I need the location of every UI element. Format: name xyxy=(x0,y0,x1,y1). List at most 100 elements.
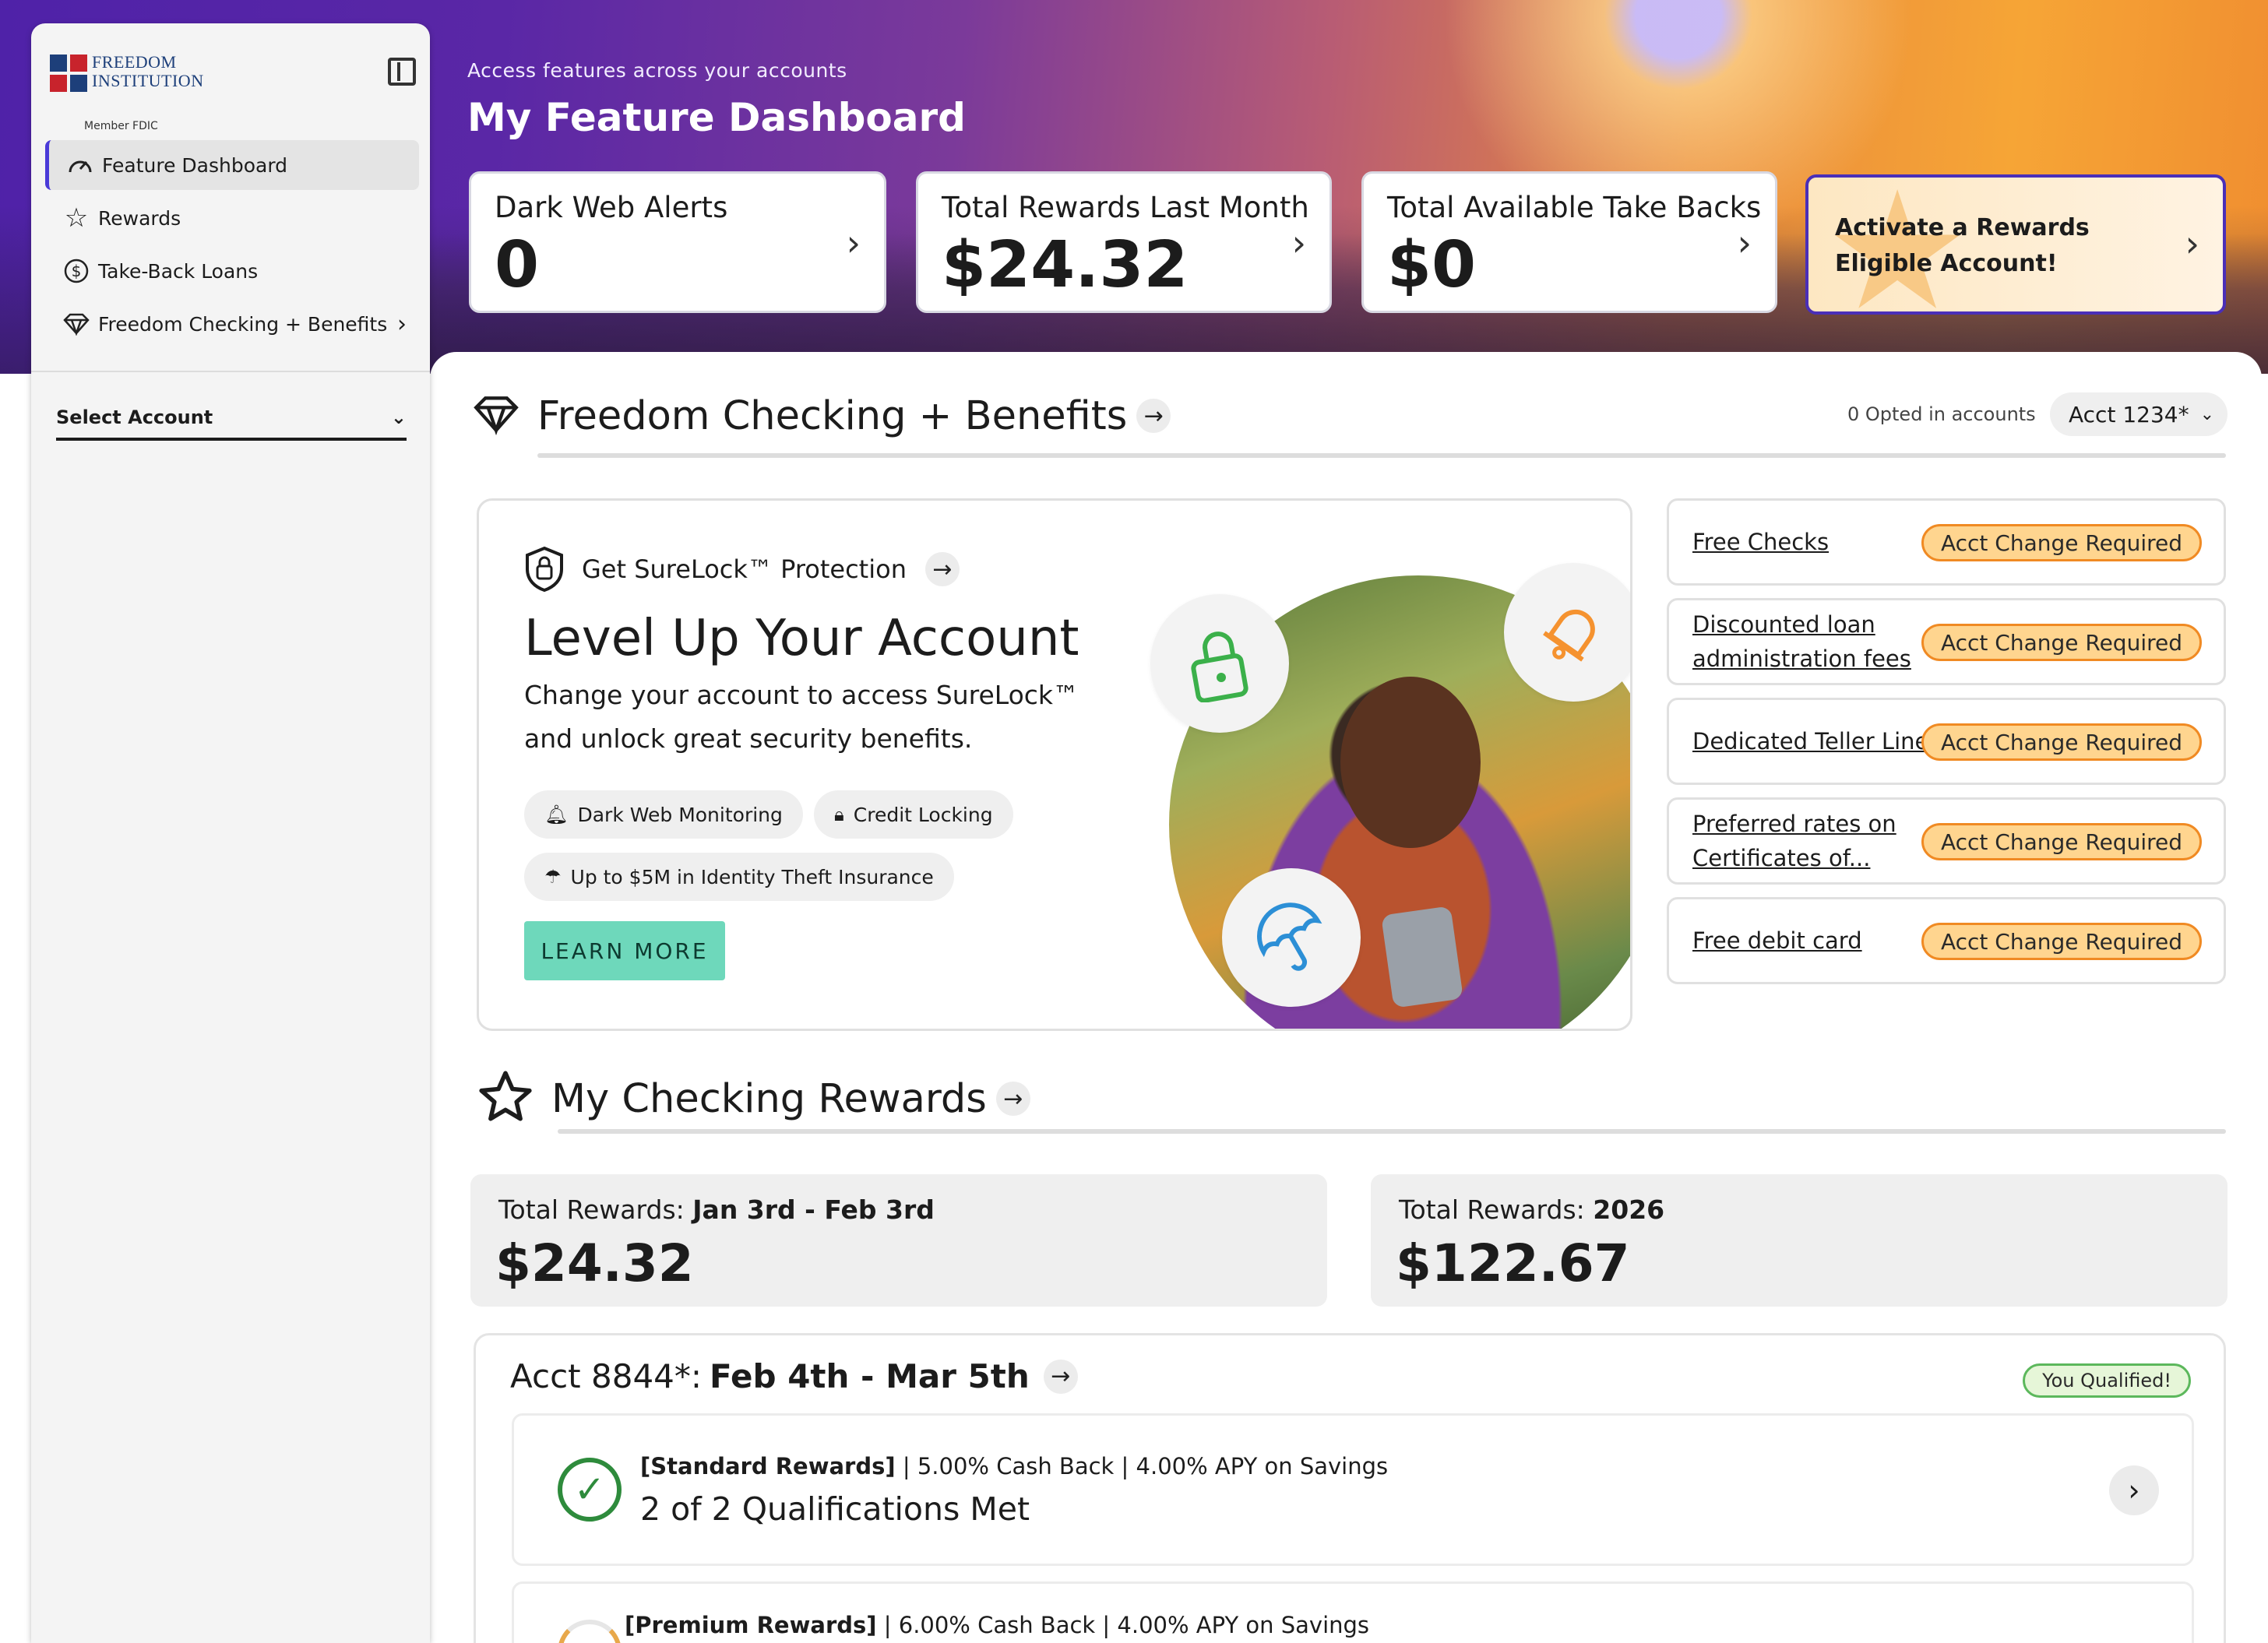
benefit-link[interactable]: Dedicated Teller Line xyxy=(1692,700,1942,783)
tier-name: [Standard Rewards] xyxy=(640,1453,896,1479)
sidebar-item-take-back-loans[interactable]: $ Take-Back Loans xyxy=(45,246,419,296)
sidebar-item-label: Freedom Checking + Benefits xyxy=(98,312,388,336)
person-face xyxy=(1340,677,1481,848)
sidebar-divider xyxy=(31,371,430,372)
section-underline xyxy=(537,453,2226,458)
phone-shape xyxy=(1381,906,1463,1008)
dollar-cycle-icon: $ xyxy=(62,257,90,285)
premium-rewards-row[interactable]: [Premium Rewards] | 6.00% Cash Back | 4.… xyxy=(512,1581,2194,1643)
account-select[interactable]: Acct 1234* ⌄ xyxy=(2050,392,2228,436)
benefit-link[interactable]: Free Checks xyxy=(1692,501,1942,583)
standard-rewards-row[interactable]: ✓ [Standard Rewards] | 5.00% Cash Back |… xyxy=(512,1413,2194,1566)
benefits-section-header: Freedom Checking + Benefits → xyxy=(472,392,1171,439)
section-title: Freedom Checking + Benefits xyxy=(537,392,1128,439)
hero-subtitle: Access features across your accounts xyxy=(467,59,847,82)
sidebar: FREEDOM INSTITUTION Member FDIC Feature … xyxy=(31,23,430,1643)
rewards-period-label: Total Rewards: Jan 3rd - Feb 3rd xyxy=(498,1194,935,1225)
benefit-link[interactable]: Discounted loan administration fees xyxy=(1692,600,1942,683)
page-title: My Feature Dashboard xyxy=(467,95,966,140)
tier-terms: | 5.00% Cash Back | 4.00% APY on Savings xyxy=(895,1453,1389,1479)
sidebar-item-rewards[interactable]: ☆ Rewards xyxy=(45,193,419,243)
tier-name: [Premium Rewards] xyxy=(625,1612,877,1638)
status-badge: Acct Change Required xyxy=(1921,923,2202,960)
sidebar-item-feature-dashboard[interactable]: Feature Dashboard xyxy=(45,140,419,190)
pill-label: Up to $5M in Identity Theft Insurance xyxy=(570,865,934,888)
gauge-icon xyxy=(66,151,94,179)
umbrella-icon xyxy=(1222,868,1361,1007)
account-period: Feb 4th - Mar 5th xyxy=(710,1357,1030,1395)
benefit-link[interactable]: Preferred rates on Certificates of... xyxy=(1692,800,1942,882)
benefit-item-debit-card[interactable]: Free debit card Acct Change Required xyxy=(1667,897,2226,984)
benefit-item-loan-fees[interactable]: Discounted loan administration fees Acct… xyxy=(1667,598,2226,685)
opted-count: 0 Opted in accounts xyxy=(1847,403,2036,425)
collapse-sidebar-button[interactable] xyxy=(388,58,416,86)
promo-description: Change your account to access SureLock™ … xyxy=(524,680,1079,754)
surelock-label: Get SureLock™ Protection xyxy=(582,554,907,584)
rewards-year-card: Total Rewards: 2026 $122.67 xyxy=(1371,1174,2228,1307)
logo-name: FREEDOM INSTITUTION xyxy=(92,53,204,90)
label-range: Jan 3rd - Feb 3rd xyxy=(692,1194,935,1225)
pill-label: Dark Web Monitoring xyxy=(577,803,783,826)
logo-mark xyxy=(50,55,89,93)
diamond-icon xyxy=(472,392,520,439)
umbrella-icon: ☂ xyxy=(544,866,562,888)
feature-pill-identity-theft: ☂ Up to $5M in Identity Theft Insurance xyxy=(524,853,954,901)
star-icon: ☆ xyxy=(64,202,89,234)
chevron-right-icon: › xyxy=(1291,222,1306,264)
pill-label: Credit Locking xyxy=(853,803,993,826)
lock-icon xyxy=(1150,594,1289,733)
chevron-right-icon: › xyxy=(2185,223,2199,265)
card-value: $0 xyxy=(1387,228,1477,302)
tier-terms: | 6.00% Cash Back | 4.00% APY on Savings xyxy=(876,1612,1370,1638)
take-backs-card[interactable]: Total Available Take Backs $0 › xyxy=(1361,171,1777,313)
logo-fdic: Member FDIC xyxy=(84,120,158,132)
arrow-right-icon[interactable]: → xyxy=(995,1082,1030,1116)
account-select-value: Acct 1234* xyxy=(2069,401,2189,427)
arrow-right-icon: → xyxy=(924,552,960,586)
select-account-label: Select Account xyxy=(56,406,213,428)
card-value: 0 xyxy=(495,228,540,302)
sidebar-item-label: Rewards xyxy=(98,206,181,230)
benefit-link[interactable]: Free debit card xyxy=(1692,899,1942,982)
activate-rewards-card[interactable]: ★ Activate a Rewards Eligible Account! › xyxy=(1805,174,2226,315)
sidebar-nav: Feature Dashboard ☆ Rewards $ Take-Back … xyxy=(45,140,419,352)
label-prefix: Total Rewards: xyxy=(1399,1194,1594,1225)
bell-icon: 🔔︎ xyxy=(544,804,569,825)
benefit-item-preferred-rates[interactable]: Preferred rates on Certificates of... Ac… xyxy=(1667,797,2226,885)
qualification-status: 2 of 2 Qualifications Met xyxy=(640,1490,1030,1528)
sidebar-item-label: Take-Back Loans xyxy=(98,259,259,283)
arrow-right-icon[interactable]: → xyxy=(1136,399,1171,433)
shield-lock-icon xyxy=(523,546,566,593)
card-value: $24.32 xyxy=(942,228,1189,302)
chevron-right-icon[interactable]: › xyxy=(2109,1465,2159,1515)
sidebar-item-freedom-checking[interactable]: Freedom Checking + Benefits › xyxy=(45,299,419,349)
chevron-right-icon: › xyxy=(397,310,407,338)
select-account-dropdown[interactable]: Select Account ⌄ xyxy=(56,397,407,441)
card-label: Total Rewards Last Month xyxy=(942,191,1309,224)
card-label: Dark Web Alerts xyxy=(495,191,728,224)
feature-pill-credit-locking: 🔒︎ Credit Locking xyxy=(814,790,1013,839)
rewards-period-value: $24.32 xyxy=(495,1233,694,1293)
account-rewards-header[interactable]: Acct 8844*: Feb 4th - Mar 5th → xyxy=(510,1357,1078,1395)
account-rewards-panel: Acct 8844*: Feb 4th - Mar 5th → You Qual… xyxy=(474,1333,2226,1643)
arrow-right-icon: → xyxy=(1043,1359,1078,1394)
logo-line2: INSTITUTION xyxy=(92,71,204,90)
label-range: 2026 xyxy=(1593,1194,1665,1225)
card-label: Total Available Take Backs xyxy=(1387,191,1762,224)
standard-rewards-terms: [Standard Rewards] | 5.00% Cash Back | 4… xyxy=(640,1453,1388,1479)
rewards-period-card: Total Rewards: Jan 3rd - Feb 3rd $24.32 xyxy=(470,1174,1327,1307)
benefit-item-free-checks[interactable]: Free Checks Acct Change Required xyxy=(1667,498,2226,586)
bell-icon xyxy=(1504,563,1630,702)
benefit-item-teller-line[interactable]: Dedicated Teller Line Acct Change Requir… xyxy=(1667,698,2226,785)
dark-web-alerts-card[interactable]: Dark Web Alerts 0 › xyxy=(469,171,886,313)
rewards-section-header: My Checking Rewards → xyxy=(477,1068,1030,1129)
status-badge: Acct Change Required xyxy=(1921,823,2202,860)
sidebar-item-label: Feature Dashboard xyxy=(102,153,288,177)
total-rewards-card[interactable]: Total Rewards Last Month $24.32 › xyxy=(916,171,1332,313)
learn-more-button[interactable]: LEARN MORE xyxy=(524,921,725,980)
surelock-header[interactable]: Get SureLock™ Protection → xyxy=(523,546,960,593)
chevron-down-icon: ⌄ xyxy=(2199,404,2215,424)
status-badge: Acct Change Required xyxy=(1921,723,2202,761)
promo-headline: Level Up Your Account xyxy=(524,610,1079,667)
chevron-down-icon: ⌄ xyxy=(390,406,407,428)
